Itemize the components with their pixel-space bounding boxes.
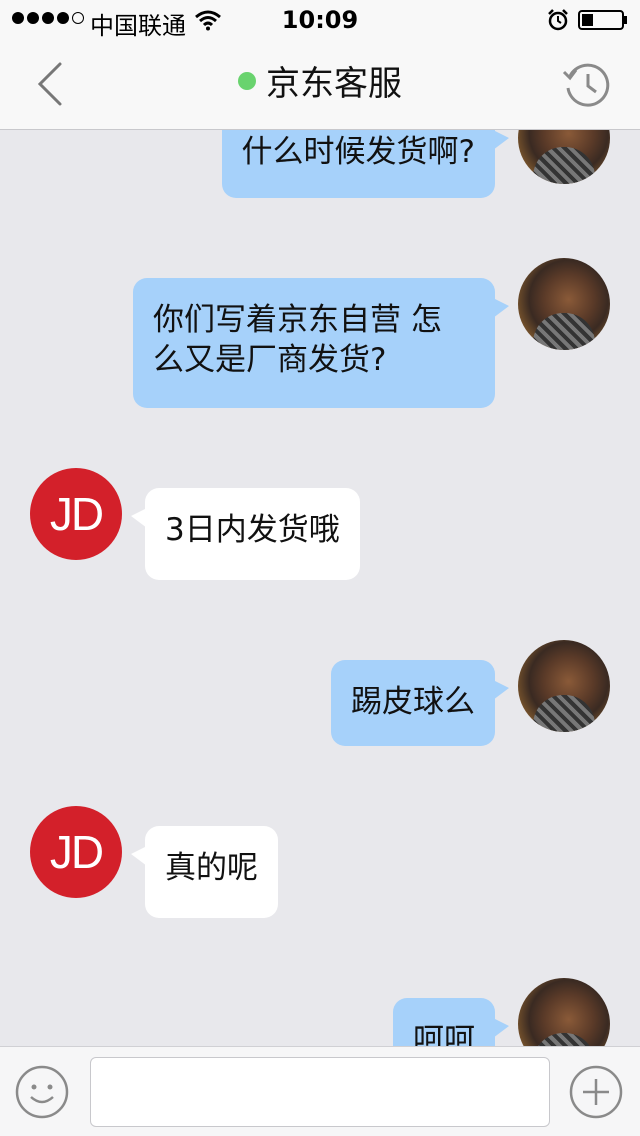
message-bubble-outgoing[interactable]: 踢皮球么 — [331, 660, 509, 746]
jd-agent-avatar[interactable]: JD — [30, 806, 122, 898]
user-avatar[interactable] — [518, 640, 610, 732]
message-list[interactable]: 什么时候发货啊? 你们写着京东自营 怎 么又是厂商发货? JD 3日内发货哦 踢… — [0, 130, 640, 1046]
message-bubble-outgoing[interactable]: 什么时候发货啊? — [221, 130, 510, 198]
history-clock-icon[interactable] — [560, 58, 614, 112]
input-bar — [0, 1046, 640, 1136]
battery-icon — [578, 10, 627, 30]
page-title: 京东客服 — [0, 64, 640, 104]
page-title-text: 京东客服 — [266, 64, 402, 104]
message-bubble-incoming[interactable]: 真的呢 — [131, 826, 278, 918]
message-input[interactable] — [90, 1057, 550, 1127]
online-status-dot — [238, 72, 256, 90]
plus-circle-icon[interactable] — [568, 1064, 624, 1120]
nav-header: 京东客服 — [0, 40, 640, 130]
status-bar: 中国联通 10:09 — [0, 0, 640, 40]
clock: 10:09 — [281, 6, 359, 34]
message-bubble-incoming[interactable]: 3日内发货哦 — [131, 488, 360, 580]
jd-logo-icon: JD — [49, 488, 104, 540]
jd-logo-icon: JD — [49, 826, 104, 878]
user-avatar[interactable] — [518, 130, 610, 184]
alarm-icon — [548, 9, 568, 31]
user-avatar[interactable] — [518, 258, 610, 350]
message-bubble-outgoing[interactable]: 你们写着京东自营 怎 么又是厂商发货? — [133, 278, 509, 408]
message-bubble-outgoing[interactable]: 呵呵 — [393, 998, 509, 1046]
smiley-icon[interactable] — [14, 1064, 70, 1120]
jd-agent-avatar[interactable]: JD — [30, 468, 122, 560]
user-avatar[interactable] — [518, 978, 610, 1046]
